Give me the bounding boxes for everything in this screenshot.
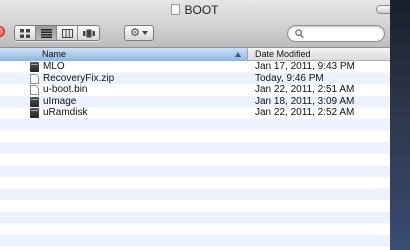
column-view-button[interactable] bbox=[57, 26, 78, 40]
file-row[interactable]: u-boot.bin Jan 22, 2011, 2:51 AM bbox=[0, 84, 390, 96]
cover-flow-icon bbox=[82, 29, 95, 37]
file-list: MLO Jan 17, 2011, 9:43 PM RecoveryFix.zi… bbox=[0, 61, 390, 250]
cover-flow-view-button[interactable] bbox=[78, 26, 99, 40]
date-modified-column-header[interactable]: Date Modified bbox=[248, 48, 390, 61]
action-menu-button[interactable]: ⚙ bbox=[124, 25, 154, 41]
file-date: Jan 18, 2011, 3:09 AM bbox=[255, 95, 355, 107]
view-switcher bbox=[14, 25, 100, 41]
search-input[interactable] bbox=[306, 27, 380, 40]
name-column-label: Name bbox=[42, 49, 67, 59]
window-title: BOOT bbox=[0, 3, 390, 17]
window-toolbar: BOOT ⚙ bbox=[0, 0, 390, 48]
search-icon bbox=[295, 29, 304, 39]
list-view-button[interactable] bbox=[36, 26, 57, 40]
file-name: uImage bbox=[43, 95, 77, 107]
file-date: Jan 17, 2011, 9:43 PM bbox=[255, 61, 355, 72]
file-name: MLO bbox=[43, 61, 65, 72]
file-name: RecoveryFix.zip bbox=[43, 72, 115, 84]
icon-view-button[interactable] bbox=[15, 26, 36, 40]
file-name: u-boot.bin bbox=[43, 84, 88, 96]
chevron-down-icon bbox=[141, 31, 148, 35]
file-row[interactable]: MLO Jan 17, 2011, 9:43 PM bbox=[0, 61, 390, 73]
zip-document-icon bbox=[30, 73, 39, 84]
icon-view-icon bbox=[20, 28, 30, 38]
search-field[interactable] bbox=[287, 25, 385, 42]
window-title-text: BOOT bbox=[184, 3, 219, 17]
finder-window: BOOT ⚙ Name Date Modified MLO Jan 17, 20… bbox=[0, 0, 390, 250]
executable-icon bbox=[30, 62, 39, 72]
desktop-background bbox=[390, 0, 410, 250]
folder-document-icon bbox=[171, 4, 181, 15]
list-view-icon bbox=[40, 28, 52, 38]
date-modified-column-label: Date Modified bbox=[255, 49, 311, 59]
column-view-icon bbox=[61, 28, 73, 38]
executable-icon bbox=[30, 96, 39, 107]
file-name: uRamdisk bbox=[43, 107, 88, 119]
toolbar-toggle-button[interactable] bbox=[376, 5, 390, 14]
close-button[interactable] bbox=[0, 26, 5, 37]
sort-ascending-icon bbox=[235, 52, 241, 57]
list-header: Name Date Modified bbox=[0, 48, 390, 61]
file-date: Today, 9:46 PM bbox=[255, 72, 324, 84]
file-row[interactable]: RecoveryFix.zip Today, 9:46 PM bbox=[0, 73, 390, 85]
file-date: Jan 22, 2011, 2:51 AM bbox=[255, 84, 355, 96]
file-date: Jan 22, 2011, 2:52 AM bbox=[255, 107, 355, 119]
file-row[interactable]: uRamdisk Jan 22, 2011, 2:52 AM bbox=[0, 107, 390, 119]
document-icon bbox=[30, 85, 39, 96]
name-column-header[interactable]: Name bbox=[0, 48, 248, 61]
file-row[interactable]: uImage Jan 18, 2011, 3:09 AM bbox=[0, 96, 390, 108]
executable-icon bbox=[30, 108, 39, 119]
gear-icon: ⚙ bbox=[130, 26, 140, 39]
